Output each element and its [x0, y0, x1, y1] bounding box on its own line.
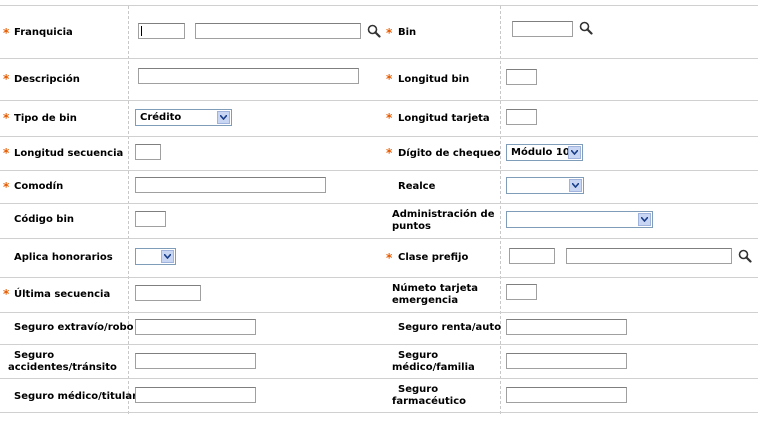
descripcion-label: Descripción: [14, 74, 80, 85]
descripcion-input[interactable]: [138, 68, 359, 84]
row-divider: [0, 5, 758, 6]
required-marker: *: [386, 26, 393, 40]
longitud-secuencia-label: Longitud secuencia: [14, 148, 124, 159]
column-separator: [128, 6, 129, 414]
chevron-down-icon[interactable]: [638, 213, 651, 226]
administracion-puntos-label: Administración de puntos: [392, 209, 495, 232]
comodin-label: Comodín: [14, 181, 64, 192]
numeto-tarjeta-emergencia-input[interactable]: [506, 284, 537, 300]
required-marker: *: [3, 180, 10, 194]
clase-prefijo-name-input[interactable]: [566, 248, 732, 264]
seguro-extravio-label: Seguro extravío/robo: [14, 322, 134, 333]
realce-label: Realce: [398, 181, 436, 192]
codigo-bin-label: Código bin: [14, 214, 75, 225]
tipo-bin-select[interactable]: Crédito: [135, 109, 232, 126]
seguro-medico-titular-label: Seguro médico/titular: [14, 391, 137, 402]
search-icon[interactable]: [738, 249, 752, 263]
required-marker: *: [3, 72, 10, 86]
franquicia-label: Franquicia: [14, 27, 73, 38]
aplica-honorarios-label: Aplica honorarios: [14, 252, 113, 263]
administracion-puntos-select[interactable]: [506, 211, 653, 228]
column-separator: [500, 6, 501, 414]
tipo-bin-selected-value: Crédito: [140, 112, 182, 123]
longitud-bin-label: Longitud bin: [398, 74, 470, 85]
seguro-medico-familia-input[interactable]: [506, 353, 627, 369]
seguro-farmaceutico-label: Seguro farmacéutico: [392, 384, 467, 407]
row-divider: [0, 58, 758, 59]
codigo-bin-input[interactable]: [135, 211, 166, 227]
search-icon[interactable]: [367, 24, 381, 38]
row-divider: [0, 100, 758, 101]
bin-input[interactable]: [512, 21, 573, 37]
row-divider: [0, 136, 758, 137]
seguro-accidentes-label: Seguro accidentes/tránsito: [8, 350, 117, 373]
required-marker: *: [386, 146, 393, 160]
clase-prefijo-code-input[interactable]: [509, 248, 555, 264]
digito-chequeo-label: Dígito de chequeo: [398, 148, 501, 159]
required-marker: *: [3, 146, 10, 160]
comodin-input[interactable]: [135, 177, 326, 193]
longitud-secuencia-input[interactable]: [135, 144, 161, 160]
seguro-extravio-input[interactable]: [135, 319, 256, 335]
row-divider: [0, 238, 758, 239]
chevron-down-icon[interactable]: [569, 179, 582, 192]
required-marker: *: [3, 26, 10, 40]
row-divider: [0, 344, 758, 345]
seguro-renta-label: Seguro renta/auto: [398, 322, 502, 333]
row-divider: [0, 203, 758, 204]
longitud-tarjeta-input[interactable]: [506, 109, 537, 125]
longitud-tarjeta-label: Longitud tarjeta: [398, 113, 490, 124]
row-divider: [0, 277, 758, 278]
realce-select[interactable]: [506, 177, 584, 194]
seguro-farmaceutico-input[interactable]: [506, 387, 627, 403]
numeto-tarjeta-emergencia-label: Númeto tarjeta emergencia: [392, 283, 479, 306]
seguro-medico-titular-input[interactable]: [135, 387, 256, 403]
required-marker: *: [386, 111, 393, 125]
required-marker: *: [386, 251, 393, 265]
digito-chequeo-selected-value: Módulo 10: [511, 147, 570, 158]
row-divider: [0, 312, 758, 313]
seguro-medico-familia-label: Seguro médico/familia: [392, 350, 475, 373]
required-marker: *: [386, 72, 393, 86]
bin-label: Bin: [398, 27, 417, 38]
ultima-secuencia-label: Última secuencia: [14, 289, 111, 300]
chevron-down-icon[interactable]: [217, 111, 230, 124]
required-marker: *: [3, 111, 10, 125]
clase-prefijo-label: Clase prefijo: [398, 252, 469, 263]
franquicia-code-input[interactable]: [138, 23, 185, 39]
franquicia-name-input[interactable]: [195, 23, 361, 39]
ultima-secuencia-input[interactable]: [135, 285, 201, 301]
aplica-honorarios-select[interactable]: [135, 248, 176, 265]
row-divider: [0, 170, 758, 171]
search-icon[interactable]: [579, 21, 593, 35]
required-marker: *: [3, 287, 10, 301]
digito-chequeo-select[interactable]: Módulo 10: [506, 144, 583, 161]
row-divider: [0, 378, 758, 379]
tipo-bin-label: Tipo de bin: [14, 113, 77, 124]
seguro-accidentes-input[interactable]: [135, 353, 256, 369]
chevron-down-icon[interactable]: [161, 250, 174, 263]
text-cursor: [141, 26, 142, 36]
row-divider: [0, 412, 758, 413]
chevron-down-icon[interactable]: [568, 146, 581, 159]
seguro-renta-input[interactable]: [506, 319, 627, 335]
longitud-bin-input[interactable]: [506, 69, 537, 85]
